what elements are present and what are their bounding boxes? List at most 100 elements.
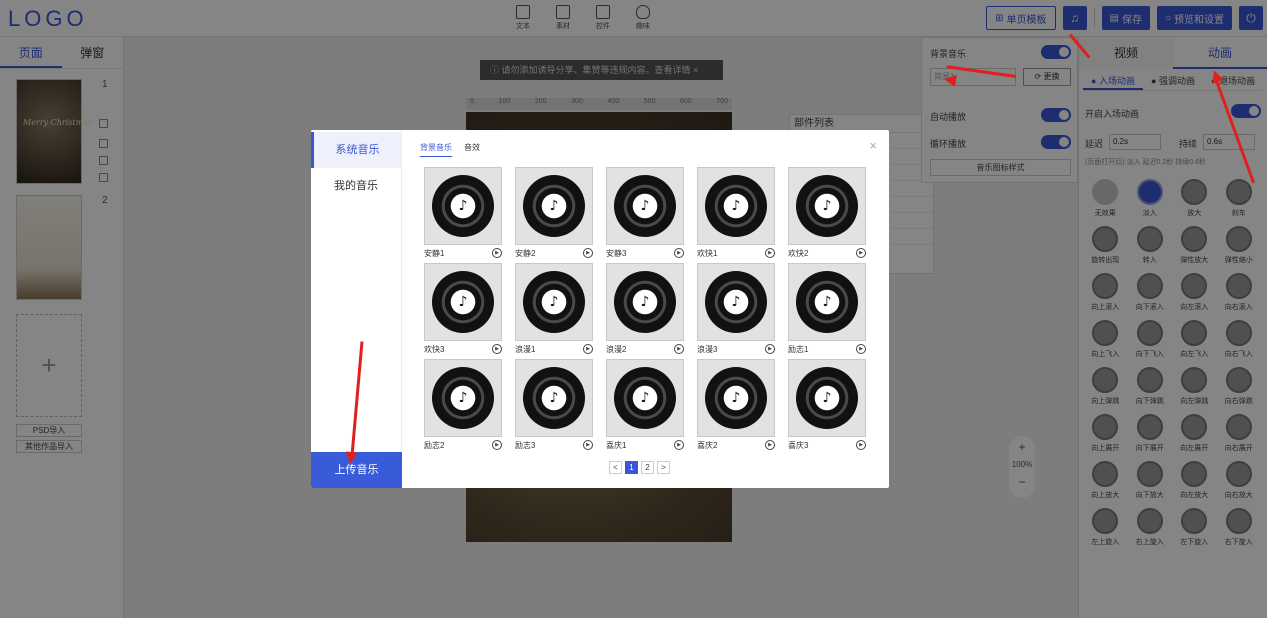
- track-cover: ♪: [697, 167, 775, 245]
- tab-bg-music[interactable]: 背景音乐: [420, 142, 452, 157]
- vinyl-disc-icon: ♪: [705, 175, 767, 237]
- track-card[interactable]: ♪ 浪漫1 ▶: [515, 263, 593, 355]
- track-footer: 喜庆1 ▶: [606, 439, 684, 451]
- play-icon[interactable]: ▶: [856, 248, 866, 258]
- vinyl-disc-icon: ♪: [614, 271, 676, 333]
- music-note-icon: ♪: [549, 198, 559, 214]
- track-cover: ♪: [788, 167, 866, 245]
- music-note-icon: ♪: [458, 390, 468, 406]
- track-footer: 欢快3 ▶: [424, 343, 502, 355]
- track-footer: 励志3 ▶: [515, 439, 593, 451]
- vinyl-disc-icon: ♪: [705, 271, 767, 333]
- track-cover: ♪: [424, 359, 502, 437]
- music-note-icon: ♪: [458, 294, 468, 310]
- track-cover: ♪: [606, 263, 684, 341]
- play-icon[interactable]: ▶: [765, 248, 775, 258]
- music-note-icon: ♪: [731, 198, 741, 214]
- track-cover: ♪: [424, 263, 502, 341]
- track-name: 励志1: [788, 344, 809, 354]
- vinyl-disc-icon: ♪: [432, 271, 494, 333]
- track-cover: ♪: [697, 359, 775, 437]
- music-note-icon: ♪: [640, 198, 650, 214]
- sidebar-item-my-music[interactable]: 我的音乐: [311, 168, 401, 204]
- track-name: 浪漫3: [697, 344, 718, 354]
- track-footer: 喜庆2 ▶: [697, 439, 775, 451]
- track-cover: ♪: [788, 359, 866, 437]
- music-note-icon: ♪: [549, 390, 559, 406]
- page-2-button[interactable]: 2: [641, 461, 654, 474]
- modal-tabs: 背景音乐 音效: [420, 142, 480, 157]
- play-icon[interactable]: ▶: [674, 344, 684, 354]
- play-icon[interactable]: ▶: [856, 440, 866, 450]
- next-page-button[interactable]: >: [657, 461, 670, 474]
- vinyl-disc-icon: ♪: [614, 367, 676, 429]
- page-1-button[interactable]: 1: [625, 461, 638, 474]
- music-note-icon: ♪: [549, 294, 559, 310]
- music-library-modal: 系统音乐 我的音乐 上传音乐 背景音乐 音效 × ♪ 安静1 ▶ ♪ 安静2 ▶ ♪ 安静3 ▶…: [311, 130, 889, 488]
- track-cover: ♪: [697, 263, 775, 341]
- prev-page-button[interactable]: <: [609, 461, 622, 474]
- track-card[interactable]: ♪ 欢快2 ▶: [788, 167, 866, 259]
- track-card[interactable]: ♪ 喜庆2 ▶: [697, 359, 775, 451]
- track-card[interactable]: ♪ 安静2 ▶: [515, 167, 593, 259]
- play-icon[interactable]: ▶: [765, 440, 775, 450]
- vinyl-disc-icon: ♪: [432, 175, 494, 237]
- track-footer: 励志1 ▶: [788, 343, 866, 355]
- track-card[interactable]: ♪ 安静1 ▶: [424, 167, 502, 258]
- sidebar-item-system-music[interactable]: 系统音乐: [311, 132, 401, 168]
- play-icon[interactable]: ▶: [674, 248, 684, 258]
- music-note-icon: ♪: [731, 294, 741, 310]
- music-note-icon: ♪: [822, 294, 832, 310]
- track-card[interactable]: ♪ 喜庆3 ▶: [788, 359, 866, 450]
- vinyl-disc-icon: ♪: [523, 271, 585, 333]
- track-name: 欢快2: [788, 248, 809, 258]
- play-icon[interactable]: ▶: [492, 248, 502, 258]
- pagination: < 1 2 >: [609, 461, 670, 474]
- play-icon[interactable]: ▶: [492, 344, 502, 354]
- vinyl-disc-icon: ♪: [705, 367, 767, 429]
- track-card[interactable]: ♪ 安静3 ▶: [606, 167, 684, 258]
- track-name: 喜庆1: [606, 440, 627, 450]
- play-icon[interactable]: ▶: [583, 440, 593, 450]
- track-card[interactable]: ♪ 喜庆1 ▶: [606, 359, 684, 451]
- track-card[interactable]: ♪ 浪漫3 ▶: [697, 263, 775, 354]
- track-grid: ♪ 安静1 ▶ ♪ 安静2 ▶ ♪ 安静3 ▶ ♪ 欢快1 ▶ ♪ 欢快2 ▶ ♪ 欢快3 ▶ ♪ 浪漫1 ▶ ♪ 浪漫2 ▶…: [424, 167, 870, 451]
- vinyl-disc-icon: ♪: [523, 175, 585, 237]
- track-card[interactable]: ♪ 欢快1 ▶: [697, 167, 775, 259]
- track-name: 欢快1: [697, 248, 718, 258]
- play-icon[interactable]: ▶: [674, 440, 684, 450]
- tab-sound-effects[interactable]: 音效: [464, 142, 480, 157]
- track-name: 励志2: [424, 440, 445, 450]
- play-icon[interactable]: ▶: [583, 248, 593, 258]
- play-icon[interactable]: ▶: [492, 440, 502, 450]
- music-note-icon: ♪: [458, 198, 468, 214]
- track-name: 欢快3: [424, 344, 445, 354]
- track-card[interactable]: ♪ 励志2 ▶: [424, 359, 502, 451]
- modal-sidebar: 系统音乐 我的音乐 上传音乐: [311, 130, 402, 488]
- track-cover: ♪: [606, 167, 684, 245]
- play-icon[interactable]: ▶: [856, 344, 866, 354]
- track-card[interactable]: ♪ 励志3 ▶: [515, 359, 593, 451]
- track-name: 浪漫2: [606, 344, 627, 354]
- track-cover: ♪: [515, 263, 593, 341]
- play-icon[interactable]: ▶: [583, 344, 593, 354]
- track-footer: 浪漫2 ▶: [606, 343, 684, 355]
- music-note-icon: ♪: [822, 198, 832, 214]
- track-footer: 欢快1 ▶: [697, 247, 775, 259]
- track-footer: 励志2 ▶: [424, 439, 502, 451]
- close-icon[interactable]: ×: [869, 138, 877, 153]
- music-note-icon: ♪: [822, 390, 832, 406]
- track-card[interactable]: ♪ 欢快3 ▶: [424, 263, 502, 355]
- track-footer: 安静2 ▶: [515, 247, 593, 259]
- track-footer: 浪漫1 ▶: [515, 343, 593, 355]
- track-footer: 欢快2 ▶: [788, 247, 866, 259]
- track-name: 喜庆3: [788, 440, 809, 450]
- track-card[interactable]: ♪ 励志1 ▶: [788, 263, 866, 355]
- vinyl-disc-icon: ♪: [523, 367, 585, 429]
- annotation-arrowhead: [344, 451, 358, 465]
- annotation-arrowhead: [943, 73, 957, 87]
- track-card[interactable]: ♪ 浪漫2 ▶: [606, 263, 684, 355]
- track-cover: ♪: [424, 167, 502, 245]
- vinyl-disc-icon: ♪: [796, 271, 858, 333]
- play-icon[interactable]: ▶: [765, 344, 775, 354]
